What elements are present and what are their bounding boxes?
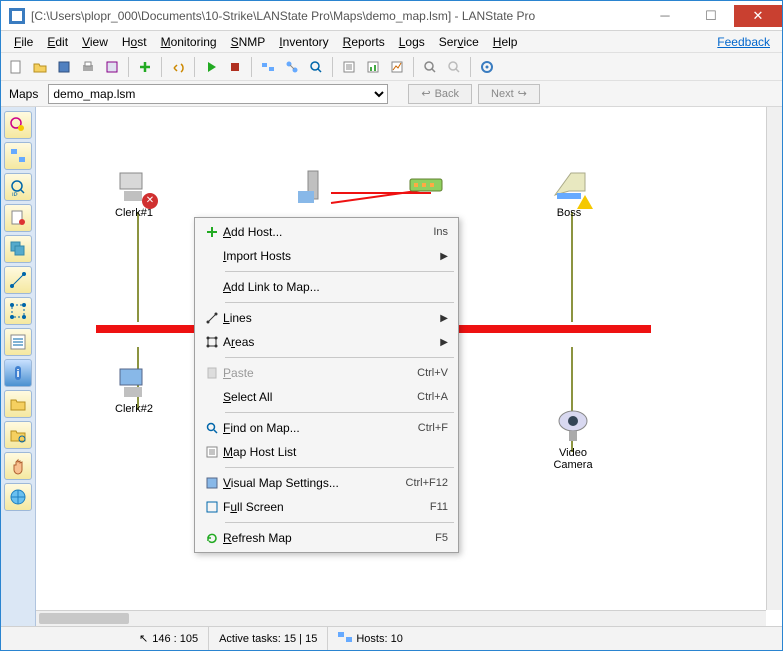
add-icon[interactable] (134, 56, 156, 78)
scrollbar-vertical[interactable] (766, 107, 782, 610)
network-icon[interactable] (281, 56, 303, 78)
window-buttons: ─ ☐ ✕ (642, 5, 782, 27)
stop-icon[interactable] (224, 56, 246, 78)
ctx-add-link[interactable]: Add Link to Map... (197, 275, 456, 299)
menu-file[interactable]: File (7, 33, 40, 51)
open-icon[interactable] (29, 56, 51, 78)
content-area: IP i (1, 107, 782, 626)
sidebtn-list[interactable] (4, 328, 32, 356)
sidebtn-search-ip[interactable]: IP (4, 173, 32, 201)
menu-service[interactable]: Service (432, 33, 486, 51)
link-line (571, 212, 573, 322)
save-icon[interactable] (53, 56, 75, 78)
context-menu: Add Host...Ins Import Hosts▶ Add Link to… (194, 217, 459, 553)
menu-bar: File Edit View Host Monitoring SNMP Inve… (1, 31, 782, 53)
ctx-paste: PasteCtrl+V (197, 361, 456, 385)
node-camera[interactable]: Video Camera (538, 409, 608, 471)
ctx-add-host[interactable]: Add Host...Ins (197, 220, 456, 244)
status-hosts: Hosts: 10 (328, 627, 412, 650)
ctx-refresh[interactable]: Refresh MapF5 (197, 526, 456, 550)
export-icon[interactable] (101, 56, 123, 78)
status-cursor: ↖ 146 : 105 (129, 627, 209, 650)
title-bar: [C:\Users\plopr_000\Documents\10-Strike\… (1, 1, 782, 31)
back-button[interactable]: ↩Back (408, 84, 472, 104)
ctx-find[interactable]: Find on Map...Ctrl+F (197, 416, 456, 440)
undo-icon[interactable] (167, 56, 189, 78)
svg-text:i: i (16, 368, 19, 380)
maps-label: Maps (5, 87, 42, 101)
menu-monitoring[interactable]: Monitoring (154, 33, 224, 51)
warning-badge-icon (577, 195, 593, 209)
zoom-in-icon[interactable] (419, 56, 441, 78)
sidebtn-hand[interactable] (4, 452, 32, 480)
error-badge-icon (142, 193, 158, 209)
sidebtn-folder-search[interactable] (4, 421, 32, 449)
sidebtn-hosts[interactable] (4, 142, 32, 170)
menu-reports[interactable]: Reports (336, 33, 392, 51)
sidebtn-info[interactable]: i (4, 359, 32, 387)
menu-help[interactable]: Help (486, 33, 525, 51)
chart-icon[interactable] (386, 56, 408, 78)
link-line (137, 212, 139, 322)
menu-snmp[interactable]: SNMP (224, 33, 273, 51)
menu-inventory[interactable]: Inventory (272, 33, 335, 51)
sidebtn-folder-open[interactable] (4, 390, 32, 418)
window-title: [C:\Users\plopr_000\Documents\10-Strike\… (31, 9, 642, 23)
new-icon[interactable] (5, 56, 27, 78)
next-button[interactable]: Next↪ (478, 84, 540, 104)
close-button[interactable]: ✕ (734, 5, 782, 27)
sidebar: IP i (1, 107, 36, 626)
node-server[interactable] (294, 169, 334, 207)
play-icon[interactable] (200, 56, 222, 78)
app-icon (9, 8, 25, 24)
sidebtn-doc[interactable] (4, 204, 32, 232)
list-icon[interactable] (338, 56, 360, 78)
map-selector[interactable]: demo_map.lsm (48, 84, 388, 104)
sidebtn-area[interactable] (4, 297, 32, 325)
svg-text:IP: IP (12, 193, 18, 196)
toolbar (1, 53, 782, 81)
status-tasks: Active tasks: 15 | 15 (209, 627, 328, 650)
app-window: [C:\Users\plopr_000\Documents\10-Strike\… (0, 0, 783, 651)
ctx-select-all[interactable]: Select AllCtrl+A (197, 385, 456, 409)
hosts-icon[interactable] (257, 56, 279, 78)
ctx-fullscreen[interactable]: Full ScreenF11 (197, 495, 456, 519)
menu-host[interactable]: Host (115, 33, 154, 51)
report-icon[interactable] (362, 56, 384, 78)
maps-row: Maps demo_map.lsm ↩Back Next↪ (1, 81, 782, 107)
sidebtn-globe[interactable] (4, 483, 32, 511)
node-clerk1[interactable]: Clerk#1 (114, 169, 154, 219)
minimize-button[interactable]: ─ (642, 5, 688, 27)
menu-view[interactable]: View (75, 33, 115, 51)
cursor-icon: ↖ (139, 632, 148, 645)
status-bar: ↖ 146 : 105 Active tasks: 15 | 15 Hosts:… (1, 626, 782, 650)
map-canvas[interactable]: Clerk#1 Boss Clerk#2 (36, 107, 766, 610)
menu-logs[interactable]: Logs (392, 33, 432, 51)
ctx-hostlist[interactable]: Map Host List (197, 440, 456, 464)
node-clerk2[interactable]: Clerk#2 (114, 365, 154, 415)
hosts-icon (338, 632, 352, 645)
node-boss[interactable]: Boss (549, 169, 589, 219)
zoom-out-icon[interactable] (443, 56, 465, 78)
print-icon[interactable] (77, 56, 99, 78)
sidebtn-line[interactable] (4, 266, 32, 294)
scrollbar-horizontal[interactable] (36, 610, 766, 626)
feedback-link[interactable]: Feedback (717, 35, 776, 49)
map-canvas-wrap: Clerk#1 Boss Clerk#2 (36, 107, 782, 626)
node-switch[interactable] (406, 175, 446, 213)
sidebtn-scan[interactable] (4, 111, 32, 139)
menu-edit[interactable]: Edit (40, 33, 75, 51)
settings-icon[interactable] (476, 56, 498, 78)
search-icon[interactable] (305, 56, 327, 78)
maximize-button[interactable]: ☐ (688, 5, 734, 27)
ctx-lines[interactable]: Lines▶ (197, 306, 456, 330)
sidebtn-windows[interactable] (4, 235, 32, 263)
ctx-import-hosts[interactable]: Import Hosts▶ (197, 244, 456, 268)
ctx-visual-settings[interactable]: Visual Map Settings...Ctrl+F12 (197, 471, 456, 495)
ctx-areas[interactable]: Areas▶ (197, 330, 456, 354)
